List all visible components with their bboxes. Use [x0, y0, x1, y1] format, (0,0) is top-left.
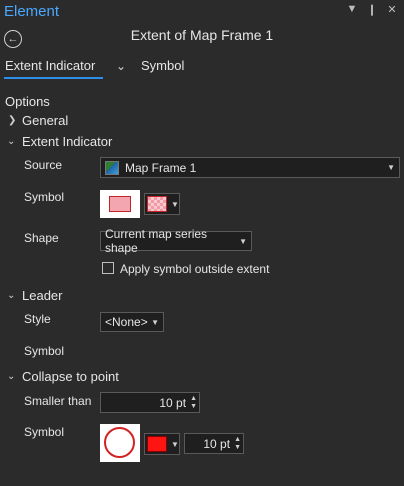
leader-symbol-label: Symbol [24, 344, 65, 358]
smaller-than-value: 10 pt [159, 395, 187, 410]
tab-symbol[interactable]: Symbol [141, 58, 184, 73]
map-frame-icon [105, 160, 119, 175]
style-value: <None> [105, 315, 148, 329]
dropdown-caret-icon: ▼ [171, 199, 179, 209]
collapse-color-picker[interactable]: ▼ [144, 433, 180, 455]
polygon-symbol-icon [109, 196, 131, 212]
dropdown-caret-icon: ▼ [387, 163, 395, 172]
expand-chevron-icon[interactable]: ❯ [8, 115, 16, 126]
shape-label: Shape [24, 231, 59, 245]
dropdown-caret-icon: ▼ [239, 236, 247, 246]
collapse-size-value: 10 pt [203, 436, 231, 451]
extent-color-picker[interactable]: ▼ [144, 193, 180, 215]
color-swatch [147, 196, 167, 212]
circle-symbol-icon [104, 427, 135, 458]
spinner-icon[interactable]: ▲ ▼ [234, 436, 241, 452]
tabs-chevron-down-icon[interactable]: ⌄ [116, 59, 126, 73]
source-dropdown[interactable]: Map Frame 1 ▼ [100, 157, 400, 178]
pin-icon[interactable]: ❙ [366, 3, 378, 16]
leader-style-dropdown[interactable]: <None> ▼ [100, 312, 164, 332]
smaller-than-input[interactable]: 10 pt ▲ ▼ [100, 392, 200, 413]
collapse-section[interactable]: Collapse to point [22, 369, 119, 384]
general-section[interactable]: General [22, 113, 68, 128]
color-swatch [147, 436, 167, 452]
panel-title: Extent of Map Frame 1 [130, 27, 274, 43]
collapse-chevron-icon[interactable]: ⌄ [7, 136, 15, 147]
shape-value: Current map series shape [105, 227, 208, 255]
spinner-icon[interactable]: ▲ ▼ [190, 395, 197, 411]
extent-indicator-section[interactable]: Extent Indicator [22, 134, 112, 149]
collapse-symbol-preview[interactable] [100, 424, 140, 462]
apply-outside-checkbox[interactable] [102, 262, 114, 274]
collapse-size-input[interactable]: 10 pt ▲ ▼ [184, 433, 244, 454]
dropdown-caret-icon: ▼ [151, 317, 159, 327]
leader-section[interactable]: Leader [22, 288, 62, 303]
close-icon[interactable]: ✕ [386, 3, 398, 16]
source-label: Source [24, 158, 63, 172]
extent-symbol-label: Symbol [24, 190, 65, 204]
active-tab-underline [4, 77, 103, 79]
options-heading: Options [5, 94, 50, 109]
collapse-chevron-icon[interactable]: ⌄ [7, 290, 15, 301]
titlebar-controls: ▼ ❙ ✕ [346, 3, 398, 16]
style-label: Style [24, 312, 51, 326]
chevron-down-icon[interactable]: ▼ [346, 3, 358, 16]
dropdown-caret-icon: ▼ [171, 439, 179, 449]
shape-dropdown[interactable]: Current map series shape ▼ [100, 227, 252, 255]
collapse-symbol-label: Symbol [24, 425, 65, 439]
smaller-than-label: Smaller than [24, 394, 92, 408]
collapse-chevron-icon[interactable]: ⌄ [7, 371, 15, 382]
extent-symbol-preview[interactable] [100, 190, 140, 218]
source-value: Map Frame 1 [125, 160, 197, 175]
apply-outside-label[interactable]: Apply symbol outside extent [120, 262, 269, 276]
pane-title: Element [4, 3, 60, 20]
tab-extent-indicator[interactable]: Extent Indicator [5, 58, 95, 73]
